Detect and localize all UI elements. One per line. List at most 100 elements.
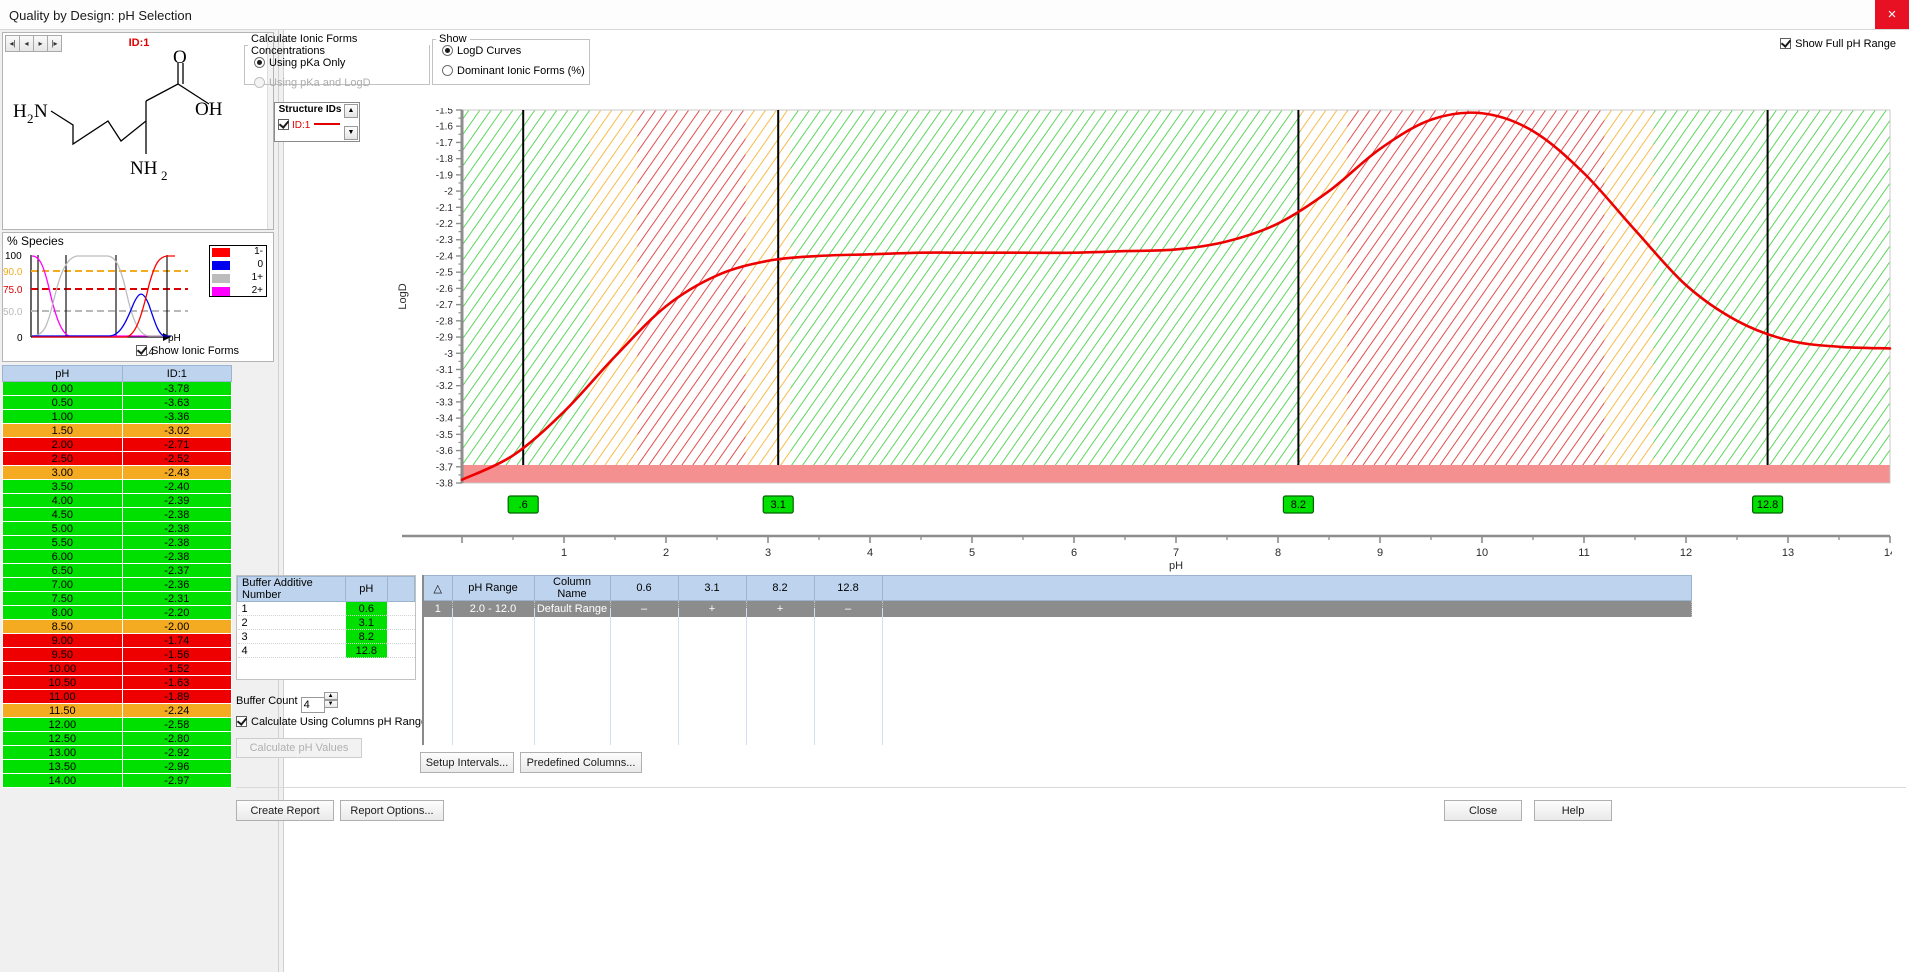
table-row[interactable]: 12.00-2.58 <box>3 718 232 732</box>
ph-range-panel[interactable]: △ pH Range Column Name 0.6 3.1 8.2 12.8 … <box>422 575 1692 745</box>
show-full-ph-range-checkbox[interactable]: Show Full pH Range <box>1780 38 1896 50</box>
ph-marker-label: 8.2 <box>1291 499 1306 511</box>
table-row[interactable]: 11.50-2.24 <box>3 704 232 718</box>
cell-ph: 2.50 <box>3 452 123 466</box>
structure-ids-item[interactable]: ID:1 <box>278 119 340 131</box>
ph-results-table[interactable]: pH ID:1 0.00-3.780.50-3.631.00-3.361.50-… <box>2 365 232 788</box>
cell-blank <box>387 644 414 658</box>
table-row[interactable]: 13.50-2.96 <box>3 760 232 774</box>
show-ionic-forms-checkbox[interactable]: Show Ionic Forms <box>136 345 239 357</box>
x-tick-label: 7 <box>1173 547 1179 559</box>
radio-icon[interactable] <box>442 45 453 56</box>
y-tick-label: -2.8 <box>436 316 454 327</box>
cell-ph: 4.00 <box>3 494 123 508</box>
column-header-buffer-0-6[interactable]: 0.6 <box>610 576 678 601</box>
table-row[interactable]: 0.50-3.63 <box>3 396 232 410</box>
table-row[interactable]: 8.00-2.20 <box>3 606 232 620</box>
window-close-icon[interactable]: × <box>1875 0 1909 29</box>
column-header-ph-range[interactable]: pH Range <box>452 576 534 601</box>
radio-using-pka-and-logd: Using pKa and LogD <box>245 77 429 97</box>
svg-text:N: N <box>34 101 48 122</box>
column-header-buffer-8-2[interactable]: 8.2 <box>746 576 814 601</box>
table-row[interactable]: 4.00-2.39 <box>3 494 232 508</box>
x-tick-label: 13 <box>1782 547 1794 559</box>
table-row[interactable]: 0.00-3.78 <box>3 382 232 396</box>
buffer-count-stepper[interactable]: ▲ ▼ <box>324 692 338 709</box>
table-row[interactable]: 7.50-2.31 <box>3 592 232 606</box>
calculate-using-columns-checkbox[interactable]: Calculate Using Columns pH Ranges <box>236 716 433 728</box>
radio-icon[interactable] <box>254 57 265 68</box>
structure-ids-legend-panel: Structure IDs ID:1 ▲ ▼ <box>274 102 360 142</box>
table-row[interactable]: 1.50-3.02 <box>3 424 232 438</box>
checkbox-icon[interactable] <box>278 119 289 130</box>
cell-blank <box>387 630 414 644</box>
table-row[interactable]: 1.00-3.36 <box>3 410 232 424</box>
checkbox-icon[interactable] <box>1780 38 1791 49</box>
band-red <box>1347 110 1604 465</box>
table-row[interactable]: 8.50-2.00 <box>3 620 232 634</box>
buffer-count-input[interactable]: 4 <box>301 697 325 713</box>
table-row[interactable]: 5.50-2.38 <box>3 536 232 550</box>
cell-ph: 10.50 <box>3 676 123 690</box>
setup-intervals-button[interactable]: Setup Intervals... <box>420 752 514 773</box>
cell-logd: -2.92 <box>122 746 231 760</box>
x-tick-label: 10 <box>1476 547 1488 559</box>
table-row[interactable]: 7.00-2.36 <box>3 578 232 592</box>
scroll-down-icon[interactable]: ▼ <box>344 126 358 140</box>
legend-item: 0 <box>210 259 266 272</box>
report-options-button[interactable]: Report Options... <box>340 800 444 821</box>
predefined-columns-button[interactable]: Predefined Columns... <box>520 752 642 773</box>
close-button[interactable]: Close <box>1444 800 1522 821</box>
band-green <box>790 110 1300 465</box>
column-header-sort-icon[interactable]: △ <box>424 576 452 601</box>
table-row[interactable]: 9.50-1.56 <box>3 648 232 662</box>
y-tick-label: -1.6 <box>436 122 454 133</box>
table-row[interactable]: 6.00-2.38 <box>3 550 232 564</box>
main-panel: Calculate Ionic Forms Concentrations Usi… <box>284 30 1909 972</box>
table-row[interactable]: 10.50-1.63 <box>3 676 232 690</box>
checkbox-icon[interactable] <box>236 716 247 727</box>
table-row[interactable]: 10.00-1.52 <box>3 662 232 676</box>
buffer-additive-panel[interactable]: Buffer Additive Number pH 10.623.138.241… <box>236 575 416 680</box>
column-header-buffer-3-1[interactable]: 3.1 <box>678 576 746 601</box>
radio-logd-curves[interactable]: LogD Curves <box>433 45 589 65</box>
table-row[interactable]: 13.00-2.92 <box>3 746 232 760</box>
table-row[interactable]: 412.8 <box>238 644 415 658</box>
column-header-buffer-12-8[interactable]: 12.8 <box>814 576 882 601</box>
stepper-down-icon[interactable]: ▼ <box>324 700 338 708</box>
legend-label: 2+ <box>252 285 263 297</box>
table-row[interactable]: 11.00-1.89 <box>3 690 232 704</box>
table-row[interactable]: 14.00-2.97 <box>3 774 232 788</box>
table-row[interactable]: 3.00-2.43 <box>3 466 232 480</box>
scroll-up-icon[interactable]: ▲ <box>344 104 358 118</box>
cell-ph: 0.50 <box>3 396 123 410</box>
table-row[interactable]: 5.00-2.38 <box>3 522 232 536</box>
logd-chart[interactable]: -1.5-1.6-1.7-1.8-1.9-2-2.1-2.2-2.3-2.4-2… <box>382 108 1892 583</box>
checkbox-icon[interactable] <box>136 345 147 356</box>
radio-using-pka-only[interactable]: Using pKa Only <box>245 57 429 77</box>
table-row[interactable]: 2.00-2.71 <box>3 438 232 452</box>
table-row[interactable]: 4.50-2.38 <box>3 508 232 522</box>
stepper-up-icon[interactable]: ▲ <box>324 692 338 700</box>
help-button[interactable]: Help <box>1534 800 1612 821</box>
table-row[interactable]: 23.1 <box>238 616 415 630</box>
table-row[interactable]: 3.50-2.40 <box>3 480 232 494</box>
table-row[interactable]: 10.6 <box>238 602 415 616</box>
table-row[interactable]: 2.50-2.52 <box>3 452 232 466</box>
svg-text:90.0: 90.0 <box>3 267 23 278</box>
table-row[interactable]: 38.2 <box>238 630 415 644</box>
radio-icon[interactable] <box>442 65 453 76</box>
radio-label: LogD Curves <box>457 45 521 57</box>
radio-dominant-ionic-forms[interactable]: Dominant Ionic Forms (%) <box>433 65 589 85</box>
svg-text:H: H <box>13 101 27 122</box>
cell-buffer-ph: 3.1 <box>346 616 388 630</box>
table-row[interactable]: 12.50-2.80 <box>3 732 232 746</box>
column-header-column-name[interactable]: Column Name <box>534 576 610 601</box>
table-row[interactable]: 6.50-2.37 <box>3 564 232 578</box>
y-tick-label: -1.8 <box>436 154 454 165</box>
cell-ph: 9.00 <box>3 634 123 648</box>
y-tick-label: -2.1 <box>436 203 454 214</box>
table-row[interactable]: 9.00-1.74 <box>3 634 232 648</box>
create-report-button[interactable]: Create Report <box>236 800 334 821</box>
x-tick-label: 3 <box>765 547 771 559</box>
